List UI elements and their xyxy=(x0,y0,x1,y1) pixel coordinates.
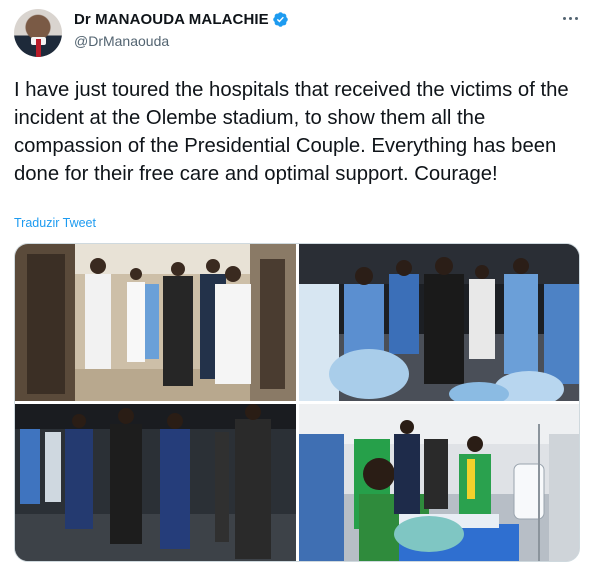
more-options-icon[interactable] xyxy=(556,7,584,29)
photo-1[interactable] xyxy=(15,244,296,401)
dot xyxy=(574,16,578,20)
translate-tweet-link[interactable]: Traduzir Tweet xyxy=(14,216,96,230)
photo-1-image xyxy=(15,244,296,401)
verified-badge-icon xyxy=(273,12,288,27)
dot xyxy=(568,16,572,20)
avatar[interactable] xyxy=(14,9,62,57)
author-handle[interactable]: @DrManaouda xyxy=(74,33,169,49)
tweet-text: I have just toured the hospitals that re… xyxy=(14,79,569,185)
author-display-name[interactable]: Dr MANAOUDA MALACHIE xyxy=(74,11,269,28)
photo-2[interactable] xyxy=(299,244,579,401)
photo-4-image xyxy=(299,404,579,561)
dot xyxy=(562,16,566,20)
media-grid xyxy=(14,243,580,562)
tweet-card: Dr MANAOUDA MALACHIE @DrManaouda I have … xyxy=(0,0,596,575)
photo-3[interactable] xyxy=(15,404,296,561)
author-name-row: Dr MANAOUDA MALACHIE xyxy=(74,11,289,28)
photo-3-image xyxy=(15,404,296,561)
photo-4[interactable] xyxy=(299,404,579,561)
photo-2-image xyxy=(299,244,579,401)
avatar-tie xyxy=(36,39,41,57)
